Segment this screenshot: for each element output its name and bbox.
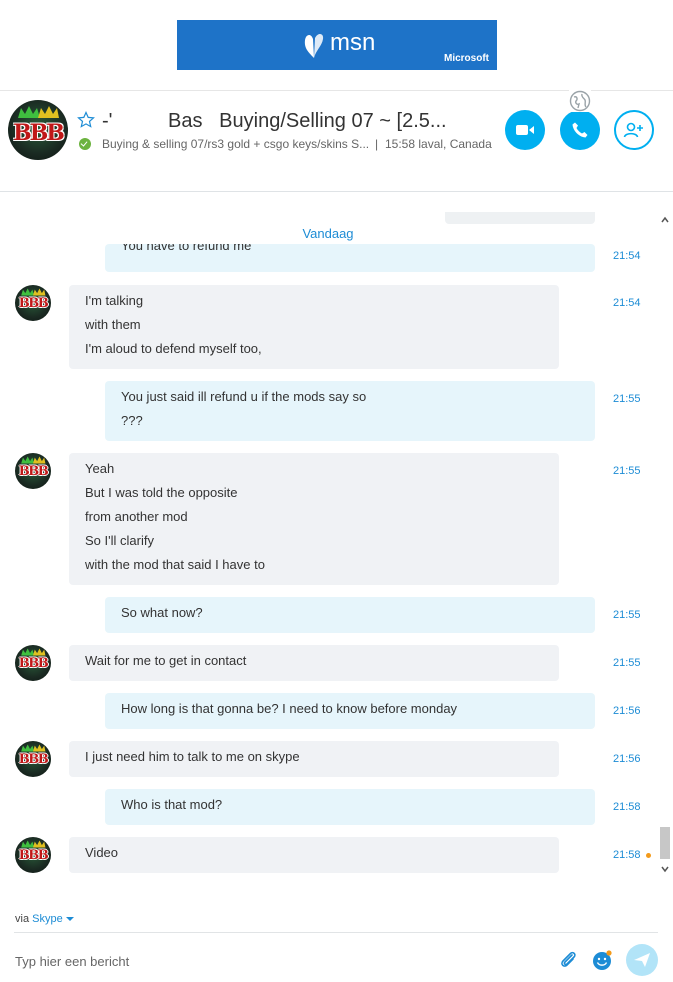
- via-service-selector[interactable]: via Skype: [15, 913, 74, 925]
- message-bubble-outgoing[interactable]: How long is that gonna be? I need to kno…: [105, 693, 595, 729]
- message-line: I just need him to talk to me on skype: [85, 749, 300, 764]
- online-status-icon: [79, 138, 91, 150]
- video-call-icon: [516, 125, 534, 135]
- sender-avatar[interactable]: BBB: [15, 453, 51, 489]
- service-name[interactable]: Skype: [32, 913, 63, 925]
- avatar-text: BBB: [13, 120, 65, 146]
- globe-icon[interactable]: [569, 90, 591, 112]
- message-line: I'm talking: [85, 293, 144, 308]
- message-bubble-outgoing[interactable]: So what now?: [105, 597, 595, 633]
- unread-indicator: [646, 853, 651, 858]
- contact-avatar[interactable]: BBB: [8, 100, 68, 160]
- message-line: But I was told the opposite: [85, 485, 238, 500]
- message-timestamp: 21:56: [613, 705, 641, 717]
- message-line: Who is that mod?: [121, 797, 223, 812]
- avatar-text: BBB: [18, 656, 49, 671]
- message-bubble-incoming[interactable]: I'm talking with them I'm aloud to defen…: [69, 285, 559, 369]
- video-call-button[interactable]: [505, 110, 545, 150]
- ad-banner-area: msn Microsoft: [0, 0, 673, 91]
- message-list[interactable]: Vandaag You have to refund me 21:54 BBB …: [0, 192, 673, 882]
- chevron-down-icon[interactable]: [65, 916, 74, 922]
- message-timestamp: 21:55: [613, 465, 641, 477]
- avatar-text: BBB: [18, 848, 49, 863]
- mood-message: Buying & selling 07/rs3 gold + csgo keys…: [102, 137, 370, 151]
- send-icon: [634, 953, 650, 967]
- chat-scrollbar[interactable]: [658, 213, 672, 876]
- star-icon[interactable]: [77, 111, 95, 129]
- msn-logo-text: msn: [330, 29, 376, 56]
- scroll-up-arrow-icon[interactable]: [660, 215, 670, 225]
- message-line: from another mod: [85, 509, 188, 524]
- message-timestamp: 21:58: [613, 849, 641, 861]
- message-timestamp: 21:55: [613, 657, 641, 669]
- message-bubble-outgoing[interactable]: Who is that mod?: [105, 789, 595, 825]
- message-line: I'm aloud to defend myself too,: [85, 341, 262, 356]
- message-timestamp: 21:58: [613, 801, 641, 813]
- message-bubble-outgoing[interactable]: You just said ill refund u if the mods s…: [105, 381, 595, 441]
- message-line: You just said ill refund u if the mods s…: [121, 389, 367, 404]
- message-line: Yeah: [85, 461, 115, 476]
- message-input[interactable]: [15, 951, 535, 971]
- date-separator: Vandaag: [302, 226, 354, 241]
- message-line: How long is that gonna be? I need to kno…: [121, 701, 458, 716]
- message-line: So what now?: [121, 605, 203, 620]
- contact-name[interactable]: -' Bas Buying/Selling 07 ~ [2.5...: [102, 110, 447, 133]
- message-timestamp: 21:55: [613, 609, 641, 621]
- msn-butterfly-icon: [304, 33, 324, 58]
- message-line: So I'll clarify: [85, 533, 154, 548]
- sender-avatar[interactable]: BBB: [15, 837, 51, 873]
- emoji-icon[interactable]: [591, 949, 613, 971]
- sender-avatar[interactable]: BBB: [15, 741, 51, 777]
- message-bubble-incoming[interactable]: I just need him to talk to me on skype: [69, 741, 559, 777]
- message-bubble-outgoing[interactable]: You have to refund me: [105, 244, 595, 272]
- audio-call-icon: [572, 122, 588, 138]
- message-timestamp: 21:55: [613, 393, 641, 405]
- message-line: Video: [85, 845, 119, 860]
- send-button[interactable]: [626, 944, 658, 976]
- msn-banner[interactable]: msn Microsoft: [177, 20, 497, 70]
- message-bubble-incoming[interactable]: Wait for me to get in contact: [69, 645, 559, 681]
- scroll-down-arrow-icon[interactable]: [660, 864, 670, 874]
- attach-icon[interactable]: [557, 949, 579, 971]
- avatar-text: BBB: [18, 296, 49, 311]
- audio-call-button[interactable]: [560, 110, 600, 150]
- message-line: Wait for me to get in contact: [85, 653, 247, 668]
- message-timestamp: 21:54: [613, 250, 641, 262]
- message-line: with the mod that said I have to: [85, 557, 265, 572]
- microsoft-label: Microsoft: [444, 53, 489, 64]
- add-participant-button[interactable]: [614, 110, 654, 150]
- message-line: with them: [85, 317, 141, 332]
- message-line: You have to refund me: [121, 244, 252, 253]
- message-bubble-incoming[interactable]: Video: [69, 837, 559, 873]
- via-label: via: [15, 913, 30, 925]
- message-line: ???: [121, 413, 143, 428]
- compose-divider: [14, 932, 658, 933]
- header-separator: |: [375, 137, 379, 151]
- add-participant-icon: [623, 122, 643, 138]
- previous-message-fragment: [445, 212, 595, 224]
- message-timestamp: 21:56: [613, 753, 641, 765]
- crown-graphic: [18, 106, 59, 118]
- avatar-text: BBB: [18, 752, 49, 767]
- sender-avatar[interactable]: BBB: [15, 645, 51, 681]
- local-time-location: 15:58 laval, Canada: [385, 137, 492, 151]
- message-timestamp: 21:54: [613, 297, 641, 309]
- scrollbar-thumb[interactable]: [660, 827, 670, 859]
- avatar-text: BBB: [18, 464, 49, 479]
- sender-avatar[interactable]: BBB: [15, 285, 51, 321]
- message-bubble-incoming[interactable]: Yeah But I was told the opposite from an…: [69, 453, 559, 585]
